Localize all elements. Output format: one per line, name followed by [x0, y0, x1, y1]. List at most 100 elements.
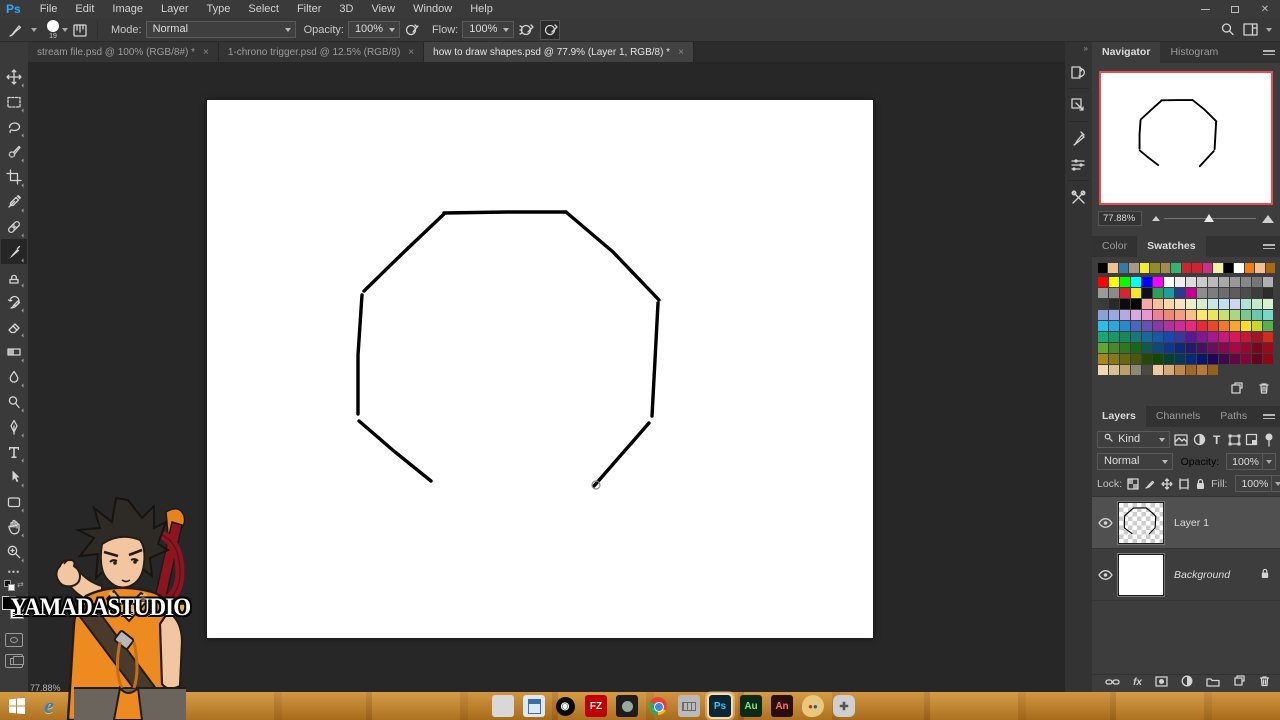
- color-swatch[interactable]: [1109, 365, 1119, 375]
- menu-view[interactable]: View: [362, 0, 404, 18]
- layer-filter-dropdown[interactable]: Kind: [1097, 431, 1171, 448]
- quick-selection-tool[interactable]: [1, 139, 27, 164]
- recent-color-swatch[interactable]: [1108, 263, 1118, 273]
- color-swatch[interactable]: [1197, 343, 1207, 353]
- recent-color-swatch[interactable]: [1129, 263, 1139, 273]
- color-swatch[interactable]: [1230, 310, 1240, 320]
- navigator-panel-menu-icon[interactable]: [1263, 48, 1275, 57]
- eyedropper-tool[interactable]: [1, 189, 27, 214]
- color-swatch[interactable]: [1175, 321, 1185, 331]
- navigator-proxy-view[interactable]: [1099, 71, 1273, 205]
- tab-close-icon[interactable]: ×: [678, 47, 684, 58]
- recent-color-swatch[interactable]: [1171, 263, 1181, 273]
- menu-3d[interactable]: 3D: [330, 0, 362, 18]
- color-swatch[interactable]: [1142, 332, 1152, 342]
- collapse-panels-icon[interactable]: »: [1084, 44, 1088, 53]
- color-swatch[interactable]: [1109, 310, 1119, 320]
- recent-color-swatch[interactable]: [1181, 263, 1192, 273]
- quick-mask-button[interactable]: [5, 633, 23, 647]
- color-swatch[interactable]: [1142, 288, 1152, 298]
- color-swatch[interactable]: [1230, 277, 1240, 287]
- taskbar-calculator-app[interactable]: [523, 695, 545, 717]
- color-swatch[interactable]: [1153, 310, 1163, 320]
- minimize-button[interactable]: [1190, 0, 1220, 18]
- swatches-tab-color[interactable]: Color: [1092, 236, 1138, 257]
- color-swatch[interactable]: [1142, 299, 1152, 309]
- filter-shape-layers-icon[interactable]: [1227, 432, 1241, 447]
- color-swatch[interactable]: [1252, 343, 1262, 353]
- color-swatch[interactable]: [1175, 299, 1185, 309]
- opacity-dropdown[interactable]: 100%: [347, 21, 400, 38]
- color-swatch[interactable]: [1186, 332, 1196, 342]
- color-swatch[interactable]: [1131, 321, 1141, 331]
- healing-brush-tool[interactable]: [1, 214, 27, 239]
- color-swatch[interactable]: [1120, 332, 1130, 342]
- color-swatch[interactable]: [1131, 310, 1141, 320]
- color-swatch[interactable]: [1109, 343, 1119, 353]
- color-swatch[interactable]: [1164, 365, 1174, 375]
- color-swatch[interactable]: [1252, 299, 1262, 309]
- color-swatch[interactable]: [1208, 310, 1218, 320]
- path-selection-tool[interactable]: [1, 464, 27, 489]
- menu-image[interactable]: Image: [103, 0, 152, 18]
- color-swatch[interactable]: [1131, 365, 1141, 375]
- menu-file[interactable]: File: [31, 0, 67, 18]
- layer-row[interactable]: Layer 1: [1092, 497, 1280, 549]
- close-button[interactable]: ✕: [1250, 0, 1280, 18]
- color-swatch[interactable]: [1131, 343, 1141, 353]
- color-swatch[interactable]: [1153, 321, 1163, 331]
- color-swatch[interactable]: [1186, 288, 1196, 298]
- color-swatch[interactable]: [1175, 332, 1185, 342]
- color-swatch[interactable]: [1120, 365, 1130, 375]
- recent-color-swatch[interactable]: [1118, 263, 1129, 273]
- brush-picker-chevron-icon[interactable]: [62, 27, 68, 32]
- color-swatch[interactable]: [1252, 354, 1262, 364]
- layers-panel-menu-icon[interactable]: [1263, 412, 1275, 421]
- menu-help[interactable]: Help: [461, 0, 502, 18]
- color-swatch[interactable]: [1131, 332, 1141, 342]
- color-swatch[interactable]: [1153, 288, 1163, 298]
- color-swatch[interactable]: [1175, 310, 1185, 320]
- zoom-tool[interactable]: [1, 539, 27, 564]
- dodge-tool[interactable]: [1, 389, 27, 414]
- color-swatch[interactable]: [1131, 299, 1141, 309]
- color-swatch[interactable]: [1098, 365, 1108, 375]
- layer-thumbnail[interactable]: [1117, 552, 1165, 597]
- color-swatch[interactable]: [1164, 354, 1174, 364]
- layer-style-icon[interactable]: fx: [1133, 677, 1142, 688]
- workspace-chevron-icon[interactable]: [1266, 27, 1272, 32]
- swatches-tab-swatches[interactable]: Swatches: [1137, 236, 1206, 257]
- layer-mask-icon[interactable]: [1155, 674, 1168, 692]
- start-button[interactable]: [0, 692, 34, 720]
- color-swatch[interactable]: [1219, 310, 1229, 320]
- recent-color-swatch[interactable]: [1098, 263, 1108, 273]
- color-swatch[interactable]: [1098, 310, 1108, 320]
- filter-pixel-layers-icon[interactable]: [1174, 432, 1188, 447]
- color-swatch[interactable]: [1098, 288, 1108, 298]
- color-swatch[interactable]: [1153, 343, 1163, 353]
- color-swatch[interactable]: [1252, 332, 1262, 342]
- color-swatch[interactable]: [1252, 310, 1262, 320]
- color-swatch[interactable]: [1263, 277, 1273, 287]
- color-swatch[interactable]: [1230, 332, 1240, 342]
- color-swatch[interactable]: [1241, 299, 1251, 309]
- screen-mode-button[interactable]: [5, 654, 24, 668]
- color-swatch[interactable]: [1186, 277, 1196, 287]
- color-swatch[interactable]: [1252, 288, 1262, 298]
- lock-all-icon[interactable]: [1195, 476, 1206, 491]
- color-swatch[interactable]: [1109, 277, 1119, 287]
- brush-tool-icon[interactable]: [6, 20, 26, 40]
- link-layers-icon[interactable]: [1105, 674, 1120, 692]
- recent-color-swatch[interactable]: [1213, 263, 1223, 273]
- color-swatch[interactable]: [1164, 332, 1174, 342]
- color-swatch[interactable]: [1153, 277, 1163, 287]
- restore-button[interactable]: [1220, 0, 1250, 18]
- fill-field[interactable]: 100%: [1235, 475, 1280, 492]
- layer-filter-toggle-icon[interactable]: [1262, 432, 1276, 447]
- eraser-tool[interactable]: [1, 314, 27, 339]
- color-swatch[interactable]: [1109, 332, 1119, 342]
- navigator-tab-histogram[interactable]: Histogram: [1160, 42, 1229, 63]
- lasso-tool[interactable]: [1, 114, 27, 139]
- color-swatch[interactable]: [1230, 299, 1240, 309]
- search-icon[interactable]: [1217, 20, 1237, 40]
